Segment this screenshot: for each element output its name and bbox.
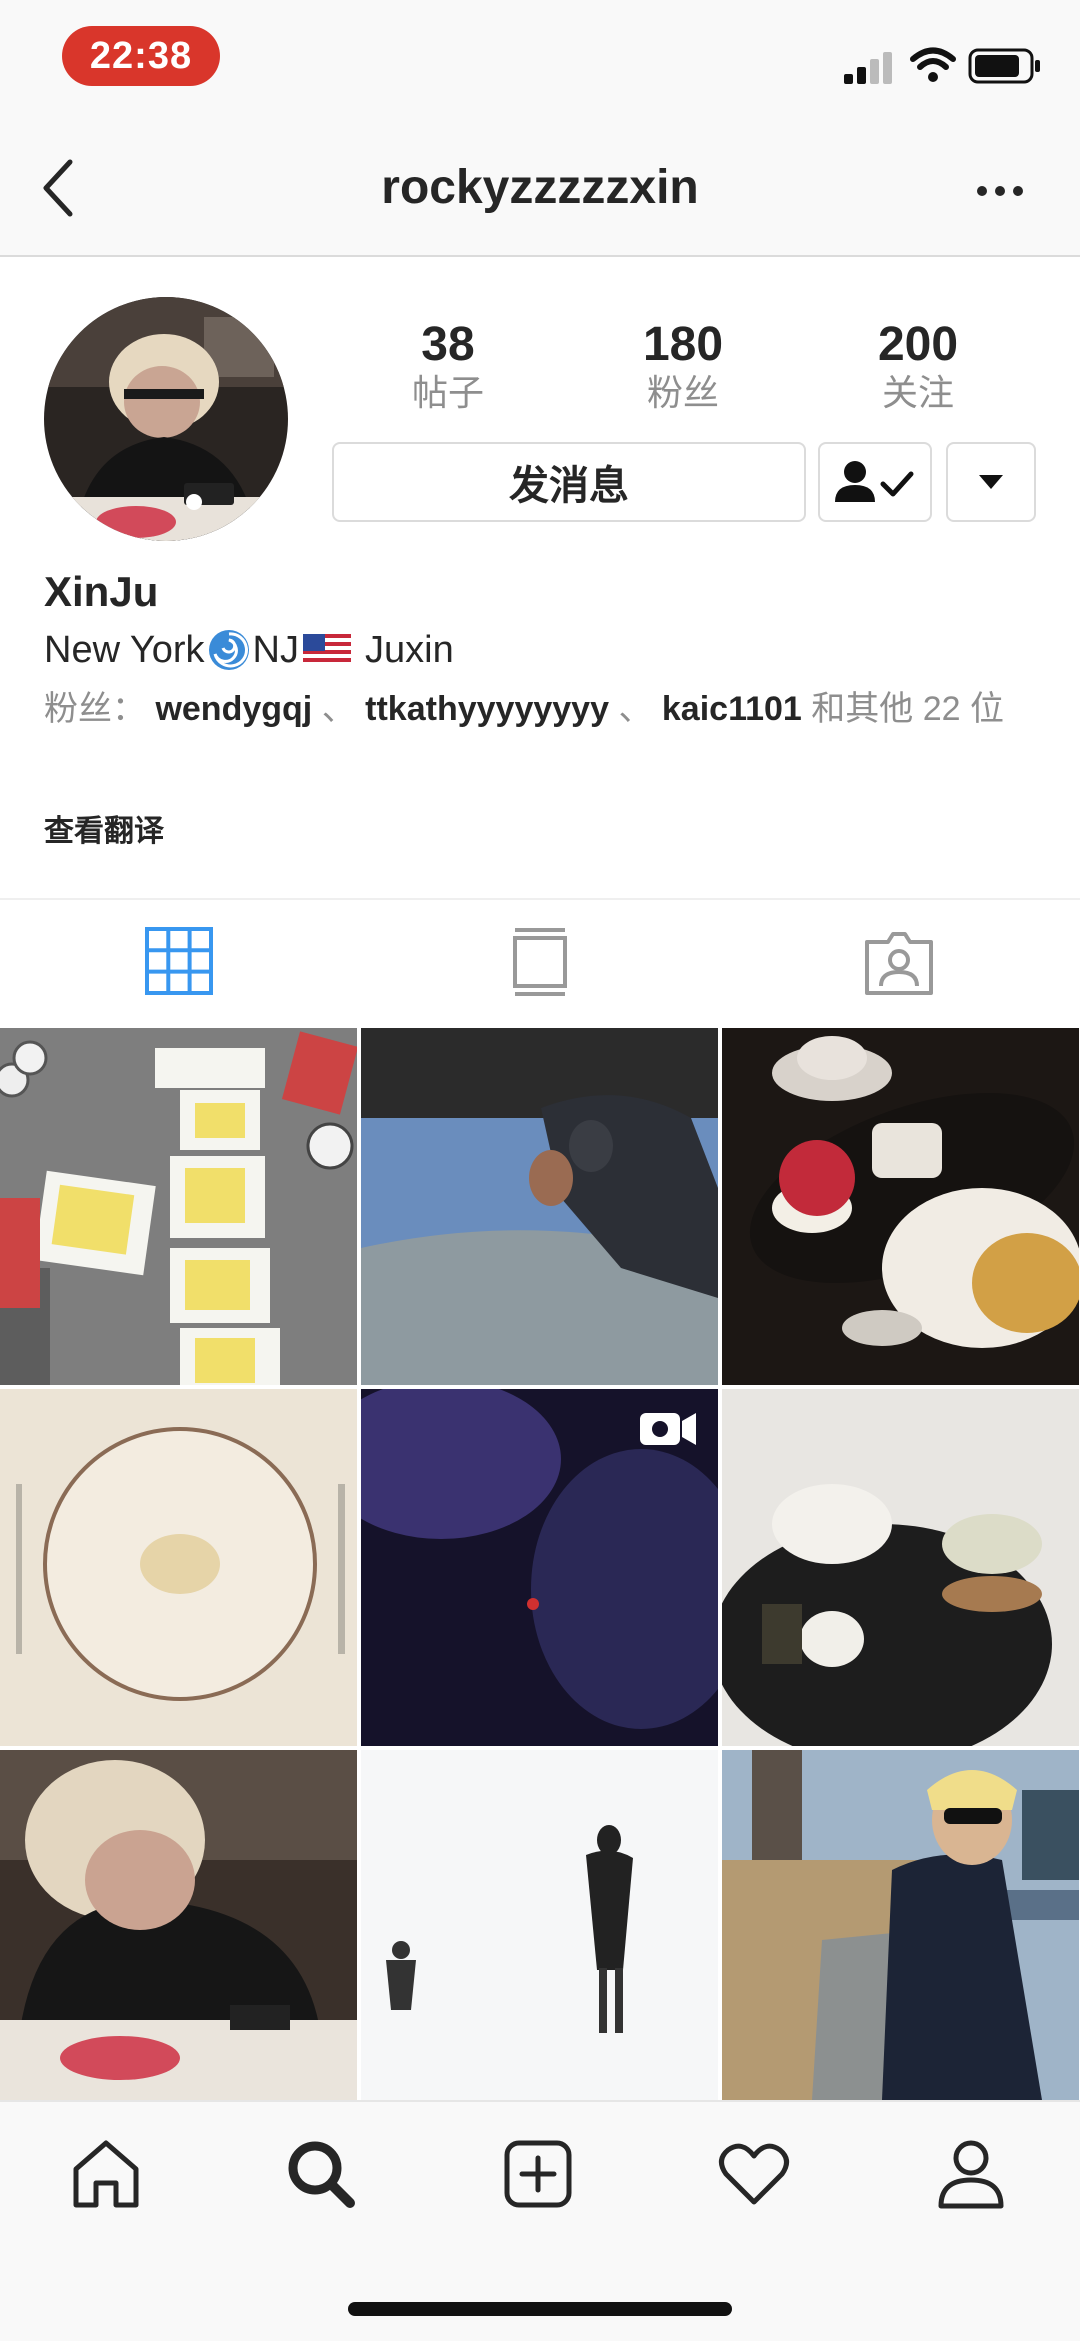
profile-username-title: rockyzzzzzxin [381,161,699,214]
stat-posts[interactable]: 38 帖子 [333,318,563,414]
post-skydiving[interactable] [361,1028,718,1385]
video-camera-icon [640,1413,696,1445]
post-dessert-plate[interactable] [722,1028,1079,1385]
search-icon[interactable] [286,2139,356,2209]
post-empty-plate[interactable] [0,1389,357,1746]
follower-username[interactable]: kaic1101 [662,690,802,728]
cyclone-emoji-icon [208,630,249,670]
post-thumbnail [722,1389,1079,1746]
post-tea-dessert[interactable] [722,1389,1079,1746]
followers-count: 180 [642,318,724,371]
profile-bio: New York NJ Juxin [44,628,454,672]
following-count: 200 [877,318,959,371]
followed-by-separator: 、 [321,690,356,728]
home-indicator[interactable] [348,2302,732,2316]
posts-count: 38 [421,318,475,371]
followed-by-prefix: 粉丝： [44,690,146,728]
stat-following[interactable]: 200 关注 [803,318,1033,414]
suggested-accounts-dropdown[interactable] [946,442,1036,522]
profile-avatar[interactable] [44,297,288,541]
post-thumbnail [361,1750,718,2100]
message-button[interactable]: 发消息 [332,442,806,522]
followed-by-suffix: 和其他 22 位 [811,690,1004,728]
battery-icon [968,48,1040,84]
post-thumbnail [722,1028,1079,1385]
bio-text-city: New York [44,628,205,671]
person-check-icon [835,461,914,502]
activity-heart-icon[interactable] [718,2142,790,2206]
follower-username[interactable]: wendygqj [155,690,312,728]
post-playing-cards[interactable] [0,1028,357,1385]
post-silhouettes[interactable] [361,1750,718,2107]
post-thumbnail [0,1028,357,1385]
see-translation-link[interactable]: 查看翻译 [44,806,164,850]
followed-by-separator: 、 [618,690,653,728]
post-dining-portrait[interactable] [0,1750,357,2107]
followed-by-line[interactable]: 粉丝： wendygqj 、 ttkathyyyyyyyy 、 kaic1101… [44,688,1024,730]
tagged-photos-icon[interactable] [864,930,934,996]
post-thumbnail [361,1028,718,1385]
bio-text-nickname: Juxin [365,628,454,671]
us-flag-emoji-icon [303,634,351,666]
post-park-bench[interactable] [722,1750,1079,2107]
profile-name: XinJu [44,568,159,615]
profile-icon[interactable] [936,2138,1006,2210]
post-night-video[interactable] [361,1389,718,1746]
add-post-icon[interactable] [504,2140,572,2208]
followers-label: 粉丝 [646,372,719,413]
message-button-label: 发消息 [509,464,629,508]
cellular-signal-icon [844,52,892,84]
status-time: 22:38 [62,26,220,86]
more-options-icon[interactable] [974,176,1026,206]
post-thumbnail [722,1750,1079,2100]
grid-icon[interactable] [144,926,214,996]
feed-list-icon[interactable] [510,926,570,998]
post-thumbnail [0,1389,357,1746]
following-status-button[interactable] [818,442,932,522]
stat-followers[interactable]: 180 粉丝 [568,318,798,414]
follower-username[interactable]: ttkathyyyyyyyy [365,690,609,728]
post-thumbnail [0,1750,357,2100]
wifi-icon [910,47,956,82]
following-label: 关注 [881,372,954,413]
caret-down-icon [979,475,1003,489]
posts-label: 帖子 [411,372,484,413]
home-icon[interactable] [72,2139,140,2209]
bio-text-state: NJ [252,628,299,671]
back-arrow-icon[interactable] [36,156,80,220]
